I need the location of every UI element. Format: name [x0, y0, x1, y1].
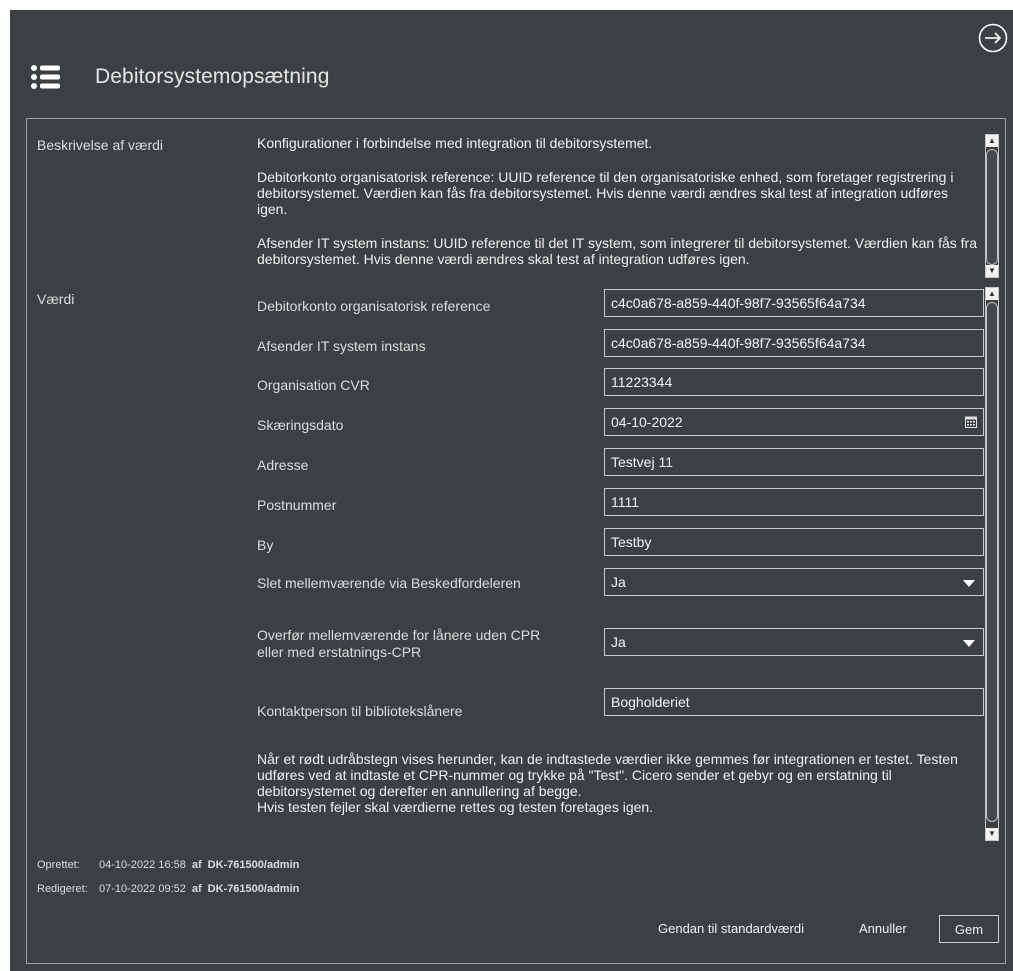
cvr-input[interactable]: 11223344	[604, 368, 984, 396]
scroll-up-icon[interactable]: ▲	[986, 135, 998, 147]
cancel-button[interactable]: Annuller	[859, 921, 907, 936]
note-text: Hvis testen fejler skal værdierne rettes…	[257, 799, 654, 815]
integration-note: Når et rødt udråbstegn vises herunder, k…	[257, 751, 977, 815]
scroll-down-icon[interactable]: ▼	[986, 828, 998, 840]
created-date: 04-10-2022 16:58	[99, 859, 186, 871]
scroll-up-icon[interactable]: ▲	[986, 288, 998, 300]
scroll-thumb[interactable]	[986, 149, 998, 265]
field-label: Organisation CVR	[257, 377, 370, 393]
field-label: Skæringsdato	[257, 417, 344, 433]
cutoff-date-value: 04-10-2022	[611, 414, 683, 430]
field-label: Debitorkonto organisatorisk reference	[257, 298, 491, 314]
scroll-down-icon[interactable]: ▼	[986, 265, 998, 277]
page-title: Debitorsystemopsætning	[95, 65, 330, 88]
description-section-label: Beskrivelse af værdi	[37, 137, 164, 153]
exit-arrow-icon[interactable]	[977, 22, 1009, 54]
created-by: DK-761500/admin	[207, 859, 300, 871]
edited-date: 07-10-2022 09:52	[99, 883, 186, 895]
values-scrollbar[interactable]: ▲ ▼	[985, 287, 999, 841]
calendar-icon[interactable]	[965, 416, 977, 428]
caret-down-icon	[963, 580, 975, 587]
description-paragraph: Konfigurationer i forbindelse med integr…	[257, 135, 653, 151]
field-label: Slet mellemværende via Beskedfordeleren	[257, 575, 521, 591]
value-section-label: Værdi	[37, 291, 75, 307]
description-scrollbar[interactable]: ▲ ▼	[985, 134, 999, 278]
cutoff-date-input[interactable]: 04-10-2022	[604, 408, 984, 436]
description-paragraph: Debitorkonto organisatorisk reference: U…	[257, 169, 954, 217]
address-input[interactable]: Testvej 11	[604, 448, 984, 476]
field-label-line: Overfør mellemværende for lånere uden CP…	[257, 627, 541, 643]
edited-label: Redigeret:	[37, 883, 88, 895]
contact-person-input[interactable]: Bogholderiet	[604, 688, 984, 716]
description-text: Konfigurationer i forbindelse med integr…	[257, 135, 977, 271]
city-input[interactable]: Testby	[604, 528, 984, 556]
save-button[interactable]: Gem	[939, 915, 999, 943]
settings-window: Debitorsystemopsætning Beskrivelse af væ…	[10, 10, 1013, 971]
org-reference-input[interactable]: c4c0a678-a859-440f-98f7-93565f64a734	[604, 289, 984, 317]
delete-via-beskedfordeler-select[interactable]: Ja	[604, 568, 984, 596]
list-menu-icon[interactable]	[30, 62, 62, 94]
edited-info: Redigeret: 07-10-2022 09:52 af DK-761500/ad…	[37, 883, 299, 895]
field-label-line: eller med erstatnings-CPR	[257, 644, 422, 660]
edited-by: DK-761500/admin	[207, 883, 300, 895]
field-label: Postnummer	[257, 497, 337, 513]
field-label: Overfør mellemværende for lånere uden CP…	[257, 627, 540, 661]
created-label: Oprettet:	[37, 859, 80, 871]
select-value: Ja	[611, 574, 626, 590]
field-label: Adresse	[257, 457, 309, 473]
select-value: Ja	[611, 634, 626, 650]
postcode-input[interactable]: 1111	[604, 488, 984, 516]
created-info: Oprettet: 04-10-2022 16:58 af DK-761500/adm…	[37, 859, 299, 871]
settings-panel: Beskrivelse af værdi Konfigurationer i f…	[26, 118, 1006, 964]
created-by-word: af	[191, 859, 202, 871]
caret-down-icon	[963, 640, 975, 647]
field-label: Afsender IT system instans	[257, 338, 426, 354]
field-label: Kontaktperson til bibliotekslånere	[257, 703, 463, 719]
it-system-instance-input[interactable]: c4c0a678-a859-440f-98f7-93565f64a734	[604, 329, 984, 357]
edited-by-word: af	[191, 883, 202, 895]
description-paragraph: Afsender IT system instans: UUID referen…	[257, 235, 977, 267]
scroll-thumb[interactable]	[986, 302, 998, 822]
transfer-without-cpr-select[interactable]: Ja	[604, 628, 984, 656]
field-label: By	[257, 537, 274, 553]
reset-default-button[interactable]: Gendan til standardværdi	[658, 921, 804, 936]
note-text: Når et rødt udråbstegn vises herunder, k…	[257, 751, 958, 799]
